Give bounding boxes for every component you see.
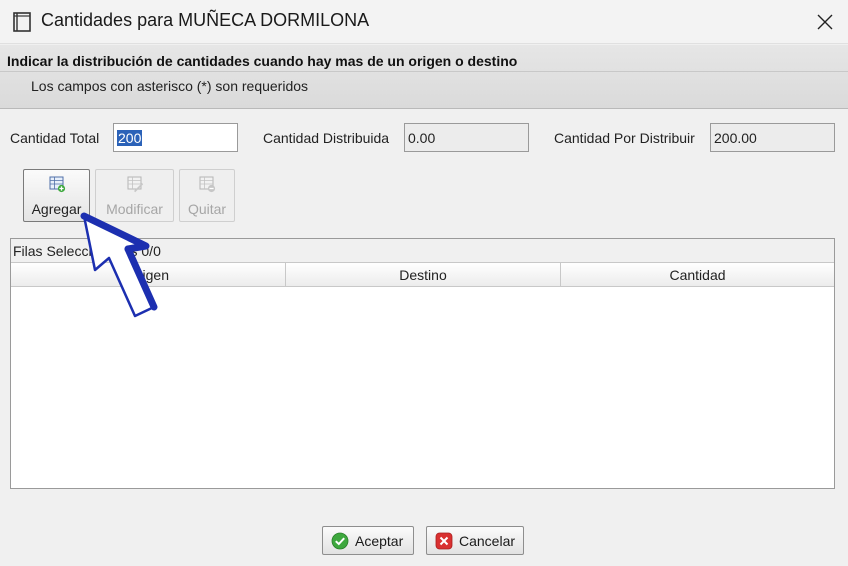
cantidad-total-field[interactable]: 200 bbox=[113, 123, 238, 152]
edit-row-icon bbox=[127, 176, 143, 193]
window-app-icon bbox=[13, 12, 31, 32]
cancelar-label: Cancelar bbox=[459, 533, 516, 549]
modificar-button[interactable]: Modificar bbox=[95, 169, 174, 222]
title-bar: Cantidades para MUÑECA DORMILONA bbox=[0, 0, 848, 44]
column-header-destino[interactable]: Destino bbox=[286, 263, 561, 286]
modificar-label: Modificar bbox=[106, 201, 163, 217]
cantidad-distribuida-value: 0.00 bbox=[408, 130, 436, 146]
cantidad-por-distribuir-field: 200.00 bbox=[710, 123, 835, 152]
remove-row-icon bbox=[199, 176, 216, 193]
aceptar-button[interactable]: Aceptar bbox=[322, 526, 414, 555]
cantidad-por-distribuir-label: Cantidad Por Distribuir bbox=[554, 130, 695, 146]
quitar-button[interactable]: Quitar bbox=[179, 169, 235, 222]
header-title: Indicar la distribución de cantidades cu… bbox=[7, 53, 518, 69]
check-icon bbox=[331, 532, 349, 550]
header-divider bbox=[0, 71, 848, 72]
distribution-table: Filas Seleccionadas 0/0 Origen Destino C… bbox=[10, 238, 835, 489]
add-row-icon bbox=[49, 176, 65, 193]
column-header-origen[interactable]: Origen bbox=[11, 263, 286, 286]
cantidad-distribuida-field: 0.00 bbox=[404, 123, 529, 152]
header-subtitle: Los campos con asterisco (*) son requeri… bbox=[31, 78, 309, 94]
quitar-label: Quitar bbox=[187, 201, 227, 217]
table-status: Filas Seleccionadas 0/0 bbox=[11, 239, 834, 262]
table-header: Origen Destino Cantidad bbox=[11, 262, 834, 287]
cantidad-total-label: Cantidad Total bbox=[10, 130, 100, 146]
table-body[interactable] bbox=[11, 287, 834, 488]
close-button[interactable] bbox=[802, 0, 848, 44]
agregar-button[interactable]: Agregar bbox=[23, 169, 90, 222]
cantidad-distribuida-label: Cantidad Distribuida bbox=[263, 130, 390, 146]
window-title: Cantidades para MUÑECA DORMILONA bbox=[41, 10, 370, 30]
close-icon bbox=[817, 14, 833, 30]
aceptar-label: Aceptar bbox=[355, 533, 404, 549]
header-banner: Indicar la distribución de cantidades cu… bbox=[0, 45, 848, 109]
cantidad-total-value: 200 bbox=[117, 130, 143, 146]
agregar-label: Agregar bbox=[31, 201, 82, 217]
column-header-cantidad[interactable]: Cantidad bbox=[561, 263, 834, 286]
cancel-icon bbox=[435, 532, 453, 550]
cantidad-por-distribuir-value: 200.00 bbox=[714, 130, 757, 146]
cancelar-button[interactable]: Cancelar bbox=[426, 526, 524, 555]
